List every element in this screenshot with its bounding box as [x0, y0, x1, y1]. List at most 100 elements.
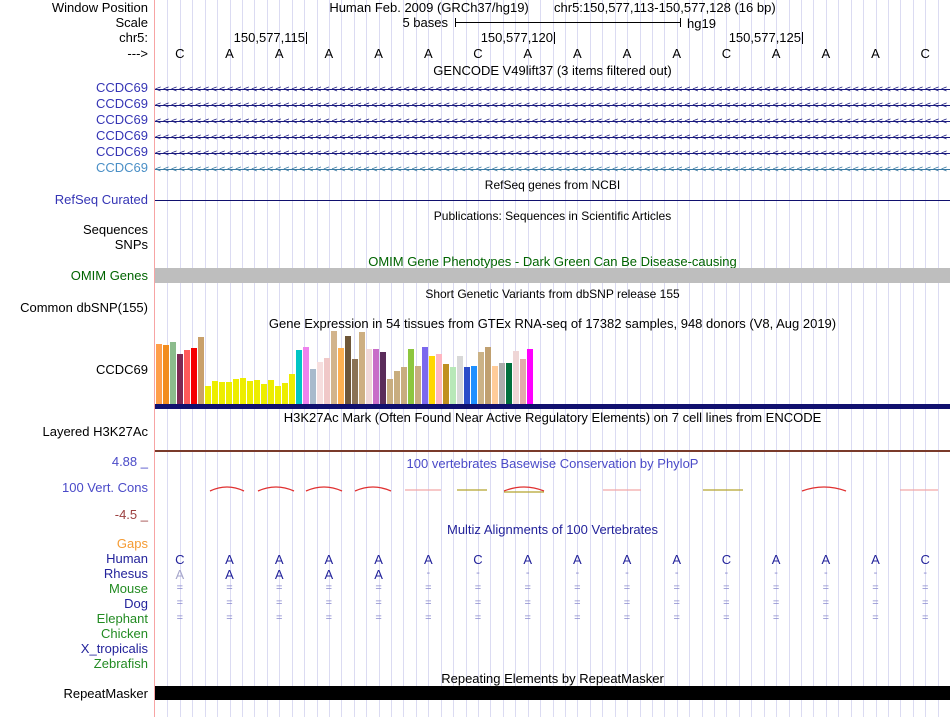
- gtex-tissue-bar: [170, 342, 176, 404]
- ruler-mark[interactable]: 150,577,125: [729, 31, 803, 44]
- alignment-cell: =: [921, 597, 929, 609]
- alignment-cell: =: [623, 597, 631, 609]
- alignment-cell: =: [872, 582, 879, 594]
- gtex-tissue-bar: [380, 352, 386, 404]
- gene-transcript-line[interactable]: <<<<<<<<<<<<<<<<<<<<<<<<<<<<<<<<<<<<<<<<…: [155, 161, 950, 177]
- refseq-curated-label[interactable]: RefSeq Curated: [55, 193, 148, 207]
- assembly-tag: hg19: [687, 16, 716, 31]
- h3k27ac-track-title[interactable]: H3K27Ac Mark (Often Found Near Active Re…: [155, 411, 950, 425]
- repeatmasker-label[interactable]: RepeatMasker: [63, 687, 148, 701]
- alignment-cell: C: [473, 552, 483, 567]
- phylop-track-title[interactable]: 100 vertebrates Basewise Conservation by…: [155, 457, 950, 471]
- multiz-track-title[interactable]: Multiz Alignments of 100 Vertebrates: [155, 523, 950, 537]
- alignment-cell: =: [872, 597, 879, 609]
- gene-transcript-line[interactable]: <<<<<<<<<<<<<<<<<<<<<<<<<<<<<<<<<<<<<<<<…: [155, 113, 950, 129]
- alignment-cell: =: [673, 612, 680, 624]
- species-label[interactable]: Human: [106, 552, 148, 566]
- refseq-curated-line[interactable]: [155, 200, 950, 201]
- gtex-tissue-bar: [457, 356, 463, 404]
- alignment-cell: A: [622, 552, 632, 567]
- gene-transcript-line[interactable]: <<<<<<<<<<<<<<<<<<<<<<<<<<<<<<<<<<<<<<<<…: [155, 81, 950, 97]
- ruler-mark[interactable]: 150,577,120: [481, 31, 555, 44]
- alignment-cell: -: [426, 567, 431, 579]
- sequences-label[interactable]: Sequences: [83, 223, 148, 237]
- gene-label[interactable]: CCDC69: [96, 161, 148, 175]
- alignment-cell: -: [625, 567, 629, 579]
- gtex-tissue-bar: [485, 347, 491, 404]
- alignment-cell: A: [274, 552, 284, 567]
- alignment-cell: =: [574, 612, 581, 624]
- strand-arrow-label[interactable]: --->: [127, 47, 148, 61]
- base-letter: A: [771, 46, 781, 61]
- refseq-track-title[interactable]: RefSeq genes from NCBI: [155, 178, 950, 192]
- common-dbsnp-label[interactable]: Common dbSNP(155): [20, 301, 148, 315]
- dbsnp-track-title[interactable]: Short Genetic Variants from dbSNP releas…: [155, 287, 950, 301]
- scale-label: Scale: [115, 15, 148, 30]
- gtex-tissue-bar: [338, 348, 344, 404]
- species-label[interactable]: Chicken: [101, 627, 148, 641]
- species-label[interactable]: Rhesus: [104, 567, 148, 581]
- gtex-tissue-bar: [387, 379, 393, 404]
- strand-arrows: <<<<<<<<<<<<<<<<<<<<<<<<<<<<<<<<<<<<<<<<…: [155, 148, 950, 159]
- species-label[interactable]: Dog: [124, 597, 148, 611]
- alignment-cell: A: [175, 567, 185, 582]
- gene-label[interactable]: CCDC69: [96, 145, 148, 159]
- scale-bases-text: 5 bases: [402, 15, 448, 30]
- publications-track-title[interactable]: Publications: Sequences in Scientific Ar…: [155, 209, 950, 223]
- gene-transcript-line[interactable]: <<<<<<<<<<<<<<<<<<<<<<<<<<<<<<<<<<<<<<<<…: [155, 145, 950, 161]
- alignment-cell: A: [771, 552, 781, 567]
- gtex-tissue-bar: [492, 366, 498, 404]
- gencode-track-title[interactable]: GENCODE V49lift37 (3 items filtered out): [155, 64, 950, 78]
- phylop-wiggle-plot[interactable]: [0, 480, 950, 500]
- gene-transcript-line[interactable]: <<<<<<<<<<<<<<<<<<<<<<<<<<<<<<<<<<<<<<<<…: [155, 129, 950, 145]
- species-label[interactable]: X_tropicalis: [81, 642, 148, 656]
- alignment-cell: -: [575, 567, 580, 579]
- gtex-gene-label[interactable]: CCDC69: [96, 363, 148, 377]
- repeatmasker-bar[interactable]: [155, 686, 950, 700]
- species-label[interactable]: Zebrafish: [94, 657, 148, 671]
- alignment-cell: =: [822, 582, 830, 594]
- gtex-tissue-bar: [422, 347, 428, 404]
- gene-label[interactable]: CCDC69: [96, 113, 148, 127]
- omim-track-title[interactable]: OMIM Gene Phenotypes - Dark Green Can Be…: [155, 255, 950, 269]
- repeatmasker-track-title[interactable]: Repeating Elements by RepeatMasker: [155, 672, 950, 686]
- gtex-tissue-bar: [268, 380, 274, 404]
- gene-transcript-line[interactable]: <<<<<<<<<<<<<<<<<<<<<<<<<<<<<<<<<<<<<<<<…: [155, 97, 950, 113]
- gtex-track-title[interactable]: Gene Expression in 54 tissues from GTEx …: [155, 317, 950, 331]
- alignment-cell: -: [674, 567, 679, 579]
- gtex-tissue-bar: [317, 362, 323, 404]
- alignment-cell: =: [772, 612, 780, 624]
- alignment-cell: -: [525, 567, 530, 579]
- gene-label[interactable]: CCDC69: [96, 129, 148, 143]
- assembly-title: Human Feb. 2009 (GRCh37/hg19): [329, 0, 529, 15]
- gene-label[interactable]: CCDC69: [96, 81, 148, 95]
- alignment-cell: =: [822, 597, 830, 609]
- alignment-cell: =: [474, 582, 482, 594]
- layered-h3k27ac-label[interactable]: Layered H3K27Ac: [42, 425, 148, 439]
- base-letter: A: [523, 46, 533, 61]
- alignment-cell: -: [476, 567, 480, 579]
- omim-genes-label[interactable]: OMIM Genes: [71, 269, 148, 283]
- alignment-cell: -: [823, 567, 828, 579]
- gtex-tissue-bar: [198, 337, 204, 404]
- ruler-mark[interactable]: 150,577,115: [234, 31, 307, 44]
- base-letter: C: [175, 46, 185, 61]
- alignment-cell: -: [923, 567, 928, 579]
- gtex-tissue-bar: [345, 336, 351, 404]
- species-label[interactable]: Mouse: [109, 582, 148, 596]
- species-label[interactable]: Gaps: [117, 537, 148, 551]
- gtex-tissue-bar: [506, 363, 512, 404]
- alignment-cell: =: [524, 582, 531, 594]
- alignment-cell: =: [623, 612, 631, 624]
- gene-label[interactable]: CCDC69: [96, 97, 148, 111]
- chromosome-label[interactable]: chr5:: [119, 31, 148, 45]
- base-letter: A: [572, 46, 582, 61]
- alignment-cell: =: [524, 612, 531, 624]
- omim-gene-bar[interactable]: [155, 268, 950, 283]
- base-letter: A: [821, 46, 831, 61]
- gtex-gene-model-line[interactable]: [155, 404, 950, 409]
- gtex-tissue-bar: [240, 378, 246, 404]
- snps-label[interactable]: SNPs: [115, 238, 148, 252]
- h3k27ac-baseline[interactable]: [155, 450, 950, 452]
- species-label[interactable]: Elephant: [97, 612, 148, 626]
